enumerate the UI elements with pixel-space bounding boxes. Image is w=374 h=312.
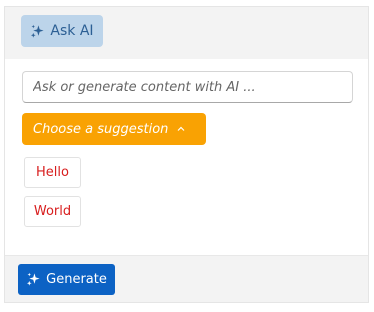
choose-suggestion-label: Choose a suggestion: [33, 121, 169, 137]
generate-label: Generate: [46, 272, 107, 287]
ask-ai-button[interactable]: Ask AI: [21, 15, 103, 47]
ai-prompt-input[interactable]: [22, 71, 353, 103]
suggestion-chip-world[interactable]: World: [24, 196, 81, 227]
suggestion-chip-label: World: [33, 204, 72, 219]
chevron-up-icon: [176, 123, 186, 138]
panel-header: Ask AI: [5, 7, 368, 59]
choose-suggestion-dropdown[interactable]: Choose a suggestion: [22, 113, 206, 145]
ai-assist-panel: Ask AI Choose a suggestion Hello World G…: [4, 6, 369, 303]
ask-ai-label: Ask AI: [50, 23, 94, 39]
panel-footer: Generate: [5, 255, 368, 302]
sparkle-icon: [30, 24, 45, 39]
sparkle-icon: [26, 272, 41, 287]
generate-button[interactable]: Generate: [18, 264, 115, 295]
suggestion-chip-hello[interactable]: Hello: [24, 157, 81, 188]
suggestion-chip-label: Hello: [36, 165, 69, 180]
